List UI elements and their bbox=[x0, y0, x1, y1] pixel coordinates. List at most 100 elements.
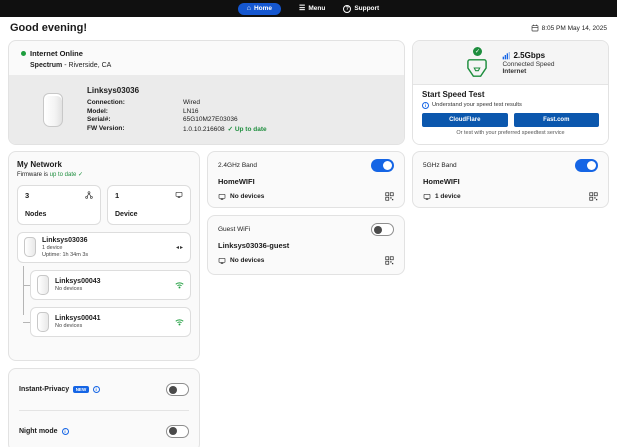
connected-speed-value: 2.5Gbps bbox=[513, 50, 546, 60]
nav-support[interactable]: ? Support bbox=[343, 4, 380, 13]
wifi-signal-icon bbox=[175, 318, 184, 325]
wired-connection-icon: ◂▸ bbox=[175, 244, 184, 251]
firmware-status: up to date ✓ bbox=[49, 171, 84, 178]
new-badge: NEW bbox=[73, 386, 89, 393]
speed-target: Internet bbox=[502, 67, 527, 75]
qr-code-icon[interactable] bbox=[385, 256, 394, 265]
top-nav: ⌂ Home ☰ Menu ? Support bbox=[0, 0, 617, 17]
nav-menu-label: Menu bbox=[308, 5, 326, 12]
field-label: Model: bbox=[87, 107, 108, 115]
field-label: Serial#: bbox=[87, 116, 111, 124]
devices-icon bbox=[218, 257, 226, 264]
cloudflare-button[interactable]: CloudFlare bbox=[422, 112, 508, 127]
node-child[interactable]: Linksys00043 No devices bbox=[30, 269, 191, 300]
band-5ghz-card: 5GHz Band HomeWIFI 1 device bbox=[412, 151, 609, 208]
online-status-dot bbox=[21, 51, 26, 56]
node-name: Linksys00041 bbox=[55, 314, 101, 322]
nav-home-label: Home bbox=[253, 5, 273, 12]
nodes-topology-icon bbox=[85, 190, 93, 199]
router-image bbox=[43, 92, 63, 127]
speed-test-title: Start Speed Test bbox=[422, 90, 485, 99]
instant-privacy-toggle[interactable] bbox=[166, 383, 189, 396]
internet-status: Internet Online bbox=[30, 49, 83, 58]
devices-icon bbox=[175, 191, 183, 198]
fw-up-to-date-badge: ✓ Up to date bbox=[227, 125, 267, 133]
fw-version: 1.0.10.216608 bbox=[183, 125, 225, 133]
nodes-label: Nodes bbox=[25, 210, 47, 218]
speed-test-hint[interactable]: Understand your speed test results bbox=[432, 102, 522, 108]
devices-label: Device bbox=[115, 210, 138, 218]
support-icon: ? bbox=[343, 4, 352, 13]
info-icon[interactable]: i bbox=[61, 427, 69, 435]
band-24ghz-label: 2.4GHz Band bbox=[218, 162, 258, 169]
nodes-stat-card[interactable]: 3 Nodes bbox=[17, 184, 101, 225]
my-network-title: My Network bbox=[17, 160, 62, 169]
qr-code-icon[interactable] bbox=[385, 192, 394, 201]
isp-location: - Riverside, CA bbox=[64, 62, 112, 69]
node-devices: No devices bbox=[55, 285, 83, 292]
node-child[interactable]: Linksys00041 No devices bbox=[30, 306, 191, 337]
speed-test-footnote: Or test with your preferred speedtest se… bbox=[456, 130, 565, 136]
band-5ghz-ssid: HomeWIFI bbox=[423, 177, 460, 186]
nav-menu[interactable]: ☰ Menu bbox=[299, 5, 325, 12]
info-icon[interactable]: i bbox=[92, 386, 100, 393]
node-image bbox=[24, 237, 36, 257]
firmware-status-line: Firmware is up to date ✓ bbox=[17, 171, 191, 178]
devices-stat-card[interactable]: 1 Device bbox=[107, 184, 191, 225]
datetime-label: 8:05 PM May 14, 2025 bbox=[541, 24, 607, 32]
nav-home[interactable]: ⌂ Home bbox=[237, 2, 282, 15]
calendar-icon bbox=[531, 24, 538, 32]
signal-bars-icon bbox=[503, 51, 511, 59]
router-info-section: Linksys03036 Connection: Wired Model: LN… bbox=[9, 75, 404, 144]
isp-line: Spectrum - Riverside, CA bbox=[30, 62, 392, 69]
band-5ghz-devices: 1 device bbox=[435, 193, 461, 200]
band-5ghz-toggle[interactable] bbox=[575, 159, 598, 172]
devices-icon bbox=[423, 193, 431, 200]
node-parent[interactable]: Linksys03036 1 device Uptime: 1h 34m 3s … bbox=[17, 231, 191, 263]
node-image bbox=[37, 311, 49, 332]
my-network-card: My Network Firmware is up to date ✓ 3 No… bbox=[8, 151, 200, 361]
devices-icon bbox=[218, 193, 226, 200]
internet-status-card: Internet Online Spectrum - Riverside, CA… bbox=[8, 40, 405, 145]
wifi-signal-icon bbox=[175, 281, 184, 288]
guest-wifi-label: Guest WiFi bbox=[218, 226, 251, 233]
isp-name: Spectrum bbox=[30, 62, 63, 69]
menu-icon: ☰ bbox=[299, 5, 306, 12]
night-mode-label: Night mode bbox=[19, 427, 58, 435]
guest-wifi-ssid: Linksys03036-guest bbox=[218, 241, 290, 250]
field-value: LN16 bbox=[183, 107, 199, 115]
band-24ghz-ssid: HomeWIFI bbox=[218, 177, 255, 186]
speed-test-card: ✓ 2.5Gbps Connected Speed Internet Start… bbox=[412, 40, 609, 145]
settings-card: Instant-Privacy NEW i Night mode i bbox=[8, 368, 200, 447]
guest-wifi-devices: No devices bbox=[230, 257, 265, 264]
band-5ghz-label: 5GHz Band bbox=[423, 162, 457, 169]
node-name: Linksys00043 bbox=[55, 277, 101, 285]
fastcom-button[interactable]: Fast.com bbox=[513, 112, 599, 127]
field-value: 65G10M27E03036 bbox=[183, 116, 238, 124]
info-icon[interactable]: i bbox=[422, 101, 429, 109]
router-name: Linksys03036 bbox=[87, 86, 140, 96]
field-value: Wired bbox=[183, 99, 200, 107]
night-mode-toggle[interactable] bbox=[166, 424, 189, 438]
instant-privacy-row: Instant-Privacy NEW i bbox=[19, 369, 189, 410]
node-devices: No devices bbox=[55, 322, 83, 329]
band-24ghz-toggle[interactable] bbox=[371, 159, 394, 172]
router-outline-icon bbox=[467, 59, 488, 77]
node-devices: 1 device bbox=[42, 244, 63, 251]
guest-wifi-toggle[interactable] bbox=[371, 223, 394, 236]
nav-support-label: Support bbox=[354, 5, 380, 12]
node-uptime: Uptime: 1h 34m 3s bbox=[42, 251, 89, 258]
connected-speed-caption: Connected Speed bbox=[502, 60, 555, 68]
node-image bbox=[37, 274, 49, 295]
home-icon: ⌂ bbox=[246, 5, 251, 12]
qr-code-icon[interactable] bbox=[589, 192, 598, 201]
datetime: 8:05 PM May 14, 2025 bbox=[531, 24, 607, 32]
field-label: FW Version: bbox=[87, 124, 125, 132]
band-24ghz-card: 2.4GHz Band HomeWIFI No devices bbox=[207, 151, 405, 208]
instant-privacy-label: Instant-Privacy bbox=[19, 386, 70, 393]
nodes-count: 3 bbox=[25, 190, 30, 200]
node-name: Linksys03036 bbox=[42, 236, 88, 244]
field-label: Connection: bbox=[87, 99, 125, 107]
band-24ghz-devices: No devices bbox=[230, 193, 265, 200]
firmware-prefix: Firmware is bbox=[17, 171, 50, 178]
